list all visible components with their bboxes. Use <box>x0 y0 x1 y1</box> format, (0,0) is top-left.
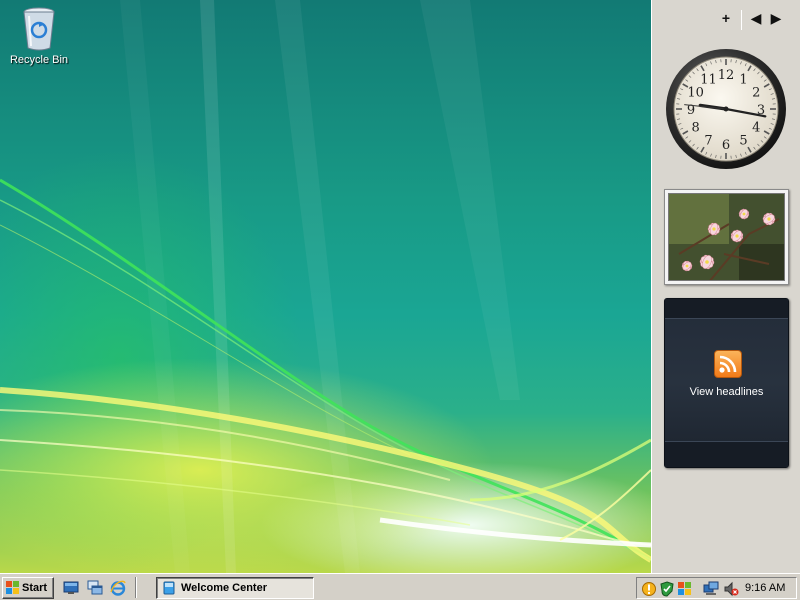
clock-numeral: 11 <box>700 73 717 88</box>
start-label: Start <box>22 582 48 594</box>
slideshow-gadget[interactable] <box>664 189 789 285</box>
windows-sidebar: + ◀ ▶ 12 1 2 3 4 5 6 7 8 9 10 11 View he… <box>651 0 800 573</box>
feed-gadget-footer <box>665 441 788 467</box>
desktop-icon-label: Recycle Bin <box>9 54 69 66</box>
clock-numeral: 12 <box>718 68 735 83</box>
feed-gadget-header <box>665 299 788 319</box>
clock-numeral: 8 <box>692 121 700 136</box>
clock-center <box>723 106 729 112</box>
windows-update-icon[interactable] <box>677 581 693 597</box>
windows-flag-icon <box>6 581 20 595</box>
notification-icon[interactable] <box>641 581 657 597</box>
wallpaper-waves <box>0 0 651 573</box>
taskbar-button-welcome-center[interactable]: Welcome Center <box>156 577 314 599</box>
previous-gadgets-button[interactable]: ◀ <box>748 10 764 26</box>
start-button[interactable]: Start <box>2 577 54 599</box>
security-shield-icon[interactable] <box>659 581 675 597</box>
recycle-bin-icon <box>19 4 59 52</box>
clock-numeral: 2 <box>752 86 760 101</box>
switch-windows-icon[interactable] <box>87 580 103 596</box>
clock-gadget[interactable]: 12 1 2 3 4 5 6 7 8 9 10 11 <box>664 47 788 171</box>
add-gadget-button[interactable]: + <box>718 10 734 26</box>
rss-feed-icon <box>714 350 742 378</box>
network-icon[interactable] <box>703 581 719 597</box>
clock-numeral: 10 <box>687 86 704 101</box>
taskbar: Start Welcome Center 9:16 AM <box>0 573 800 600</box>
view-headlines-link[interactable]: View headlines <box>665 386 788 398</box>
volume-muted-icon[interactable] <box>723 581 739 597</box>
quick-launch-divider <box>135 577 137 598</box>
clock-numeral: 1 <box>739 73 747 88</box>
feed-headlines-gadget[interactable]: View headlines <box>664 298 789 468</box>
task-label: Welcome Center <box>181 582 267 594</box>
clock-numeral: 7 <box>704 133 712 148</box>
pink-flowers-photo <box>668 193 785 281</box>
clock-numeral: 6 <box>722 138 730 153</box>
desktop-icon-recycle-bin[interactable]: Recycle Bin <box>8 4 70 66</box>
sidebar-toolbar: + ◀ ▶ <box>652 8 800 30</box>
toolbar-divider <box>741 10 742 30</box>
desktop[interactable]: Recycle Bin <box>0 0 651 573</box>
clock-numeral: 4 <box>752 121 760 136</box>
internet-explorer-icon[interactable] <box>110 580 126 596</box>
welcome-center-icon <box>163 581 175 595</box>
next-gadgets-button[interactable]: ▶ <box>768 10 784 26</box>
clock-numeral: 5 <box>739 133 747 148</box>
notification-area: 9:16 AM <box>636 577 797 599</box>
taskbar-clock[interactable]: 9:16 AM <box>745 582 785 594</box>
show-desktop-icon[interactable] <box>63 580 79 596</box>
